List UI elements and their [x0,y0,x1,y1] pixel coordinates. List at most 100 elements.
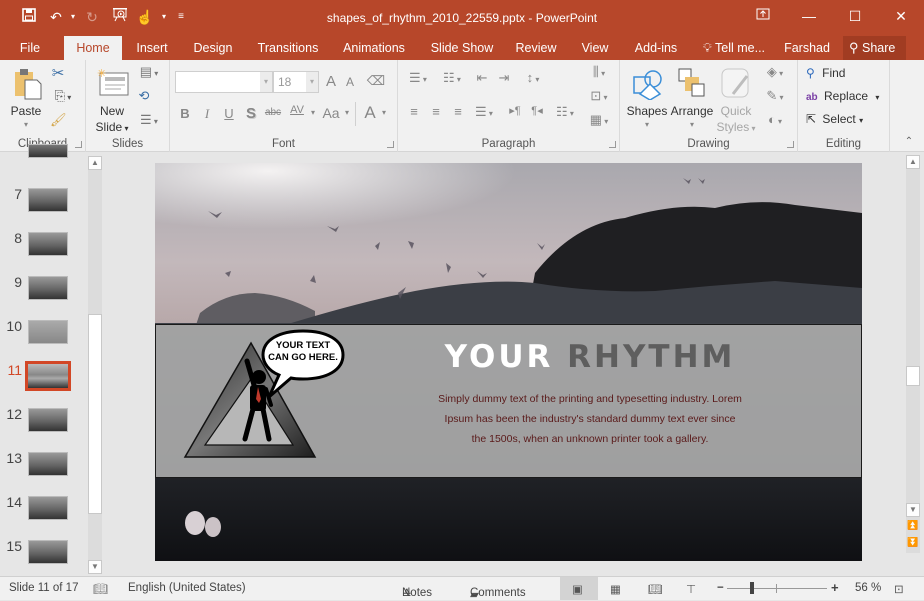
smartart-icon[interactable]: ▦ ▾ [586,112,612,128]
paste-button[interactable]: Paste ▾ [6,64,46,134]
thumbnail-row[interactable]: 15 [0,538,88,572]
clear-formatting-icon[interactable]: ⌫ [366,73,386,89]
strikethrough-button[interactable]: abc [262,107,284,118]
tell-me-box[interactable]: 💡︎ Tell me... [698,36,770,60]
speech-bubble[interactable] [255,327,351,405]
minimize-icon[interactable]: — [786,0,832,32]
slide-thumbnail[interactable] [28,276,68,300]
shape-outline-icon[interactable]: ✎ ▾ [762,88,788,104]
align-right-icon[interactable]: ≡ [450,104,466,119]
previous-slide-icon[interactable]: ⏫ [906,520,920,531]
thumbnail-row[interactable]: 8 [0,230,88,264]
font-dialog-launcher[interactable] [387,141,394,148]
language-indicator[interactable]: English (United States) [128,582,246,594]
slide-thumbnail-6-partial[interactable] [28,144,68,158]
tab-insert[interactable]: Insert [128,36,176,60]
tab-home[interactable]: Home [64,36,122,60]
shrink-font-icon[interactable]: A [342,75,358,89]
align-center-icon[interactable]: ≡ [428,104,444,119]
slide-thumbnail[interactable] [28,452,68,476]
character-spacing-button[interactable]: AV [286,104,308,116]
shapes-button[interactable]: Shapes ▾ [626,64,668,134]
character-spacing-dropdown-icon[interactable]: ▾ [309,108,317,117]
slide-show-icon[interactable]: ⊤ [686,582,696,596]
clipboard-dialog-launcher[interactable] [75,141,82,148]
tab-add-ins[interactable]: Add-ins [630,36,682,60]
change-case-button[interactable]: Aa [320,105,342,121]
slide-scrollbar[interactable]: ▲ ▼ ⏫ ⏬ [906,155,920,553]
font-color-button[interactable]: A [362,103,378,123]
arrange-button[interactable]: Arrange ▾ [670,64,714,134]
font-color-dropdown-icon[interactable]: ▾ [380,108,388,117]
zoom-out-button[interactable]: − [717,582,724,594]
reset-slide-icon[interactable]: ⟲ [136,88,152,104]
ribbon-display-options-icon[interactable] [740,0,786,32]
text-direction-icon[interactable]: ⫼ ▾ [586,64,612,80]
new-slide-button[interactable]: ✳ New Slide ▾ [92,64,132,134]
find-button[interactable]: ⚲ Find [806,66,876,84]
paragraph-dialog-launcher[interactable] [609,141,616,148]
font-size-box[interactable]: 18 ▾ [273,71,319,93]
italic-button[interactable]: I [200,106,214,122]
thumbnail-row[interactable]: 10 [0,318,88,352]
slide-thumbnail[interactable] [28,496,68,520]
slide-thumbnail[interactable] [28,188,68,212]
thumbnail-row[interactable]: 9 [0,274,88,308]
slide-thumbnail[interactable] [28,320,68,344]
slide-thumbnail[interactable] [28,232,68,256]
underline-button[interactable]: U [222,106,236,121]
drawing-dialog-launcher[interactable] [787,141,794,148]
tab-transitions[interactable]: Transitions [252,36,324,60]
section-icon[interactable]: ☰ ▾ [136,112,162,128]
close-icon[interactable]: ✕ [878,0,924,32]
scroll-up-icon[interactable]: ▲ [906,155,920,169]
slide-thumbnail[interactable] [28,540,68,564]
numbering-icon[interactable]: ☷ ▾ [438,70,466,86]
thumbnail-row[interactable]: 12 [0,406,88,440]
fit-to-window-icon[interactable]: ⊡ [894,582,904,596]
thumbnail-row-selected[interactable]: 11 [0,361,88,396]
tab-animations[interactable]: Animations [336,36,412,60]
thumbnail-row[interactable]: 7 [0,186,88,220]
increase-indent-icon[interactable]: ⇥ [494,70,514,86]
slide-thumbnail-selected[interactable] [25,361,71,391]
layout-icon[interactable]: ▤ ▾ [136,64,162,80]
scroll-up-icon[interactable]: ▲ [88,156,102,170]
shadow-button[interactable]: S [244,105,258,122]
bubble-text[interactable]: YOUR TEXT CAN GO HERE. [263,340,343,364]
zoom-slider-track[interactable] [727,588,827,589]
collapse-ribbon-icon[interactable]: ⌃ [902,136,916,147]
font-name-dropdown-icon[interactable]: ▾ [260,72,272,92]
reading-view-icon[interactable]: 📖︎ [648,582,663,596]
share-button[interactable]: ⚲ Share [843,36,906,60]
zoom-slider-thumb[interactable] [750,582,754,594]
change-case-dropdown-icon[interactable]: ▾ [343,108,351,117]
next-slide-icon[interactable]: ⏬ [906,537,920,548]
thumbnail-scrollbar[interactable]: ▲ ▼ [88,156,102,574]
align-left-icon[interactable]: ≡ [406,104,422,119]
tab-design[interactable]: Design [186,36,240,60]
scroll-thumb[interactable] [88,314,102,514]
scroll-down-icon[interactable]: ▼ [88,560,102,574]
zoom-level[interactable]: 56 % [855,582,881,594]
grow-font-icon[interactable]: A [322,73,340,90]
tab-view[interactable]: View [576,36,614,60]
replace-button[interactable]: ab Replace ▾ [806,89,890,107]
shape-fill-icon[interactable]: ◈ ▾ [762,64,788,80]
align-text-icon[interactable]: ⊡ ▾ [586,88,612,104]
spell-check-icon[interactable]: 📖︎ [93,582,108,596]
cut-icon[interactable]: ✂ [50,64,66,82]
slide-body-text[interactable]: Simply dummy text of the printing and ty… [360,389,820,449]
slide-title[interactable]: YOUR RHYTHM [355,339,825,375]
paste-dropdown-icon[interactable]: ▾ [6,120,46,129]
tab-file[interactable]: File [12,36,48,60]
line-spacing-icon[interactable]: ↕ ▾ [520,70,546,85]
ltr-icon[interactable]: ▸¶ [506,104,524,117]
format-painter-icon[interactable]: 🖌︎ [50,112,67,128]
tab-review[interactable]: Review [512,36,560,60]
copy-icon[interactable]: ⎘ ▾ [50,88,76,104]
user-account[interactable]: Farshad I... [776,36,838,79]
slide[interactable]: YOUR TEXT CAN GO HERE. YOUR RHYTHM Simpl… [155,163,862,561]
scroll-thumb[interactable] [906,366,920,386]
thumbnail-row[interactable]: 13 [0,450,88,484]
